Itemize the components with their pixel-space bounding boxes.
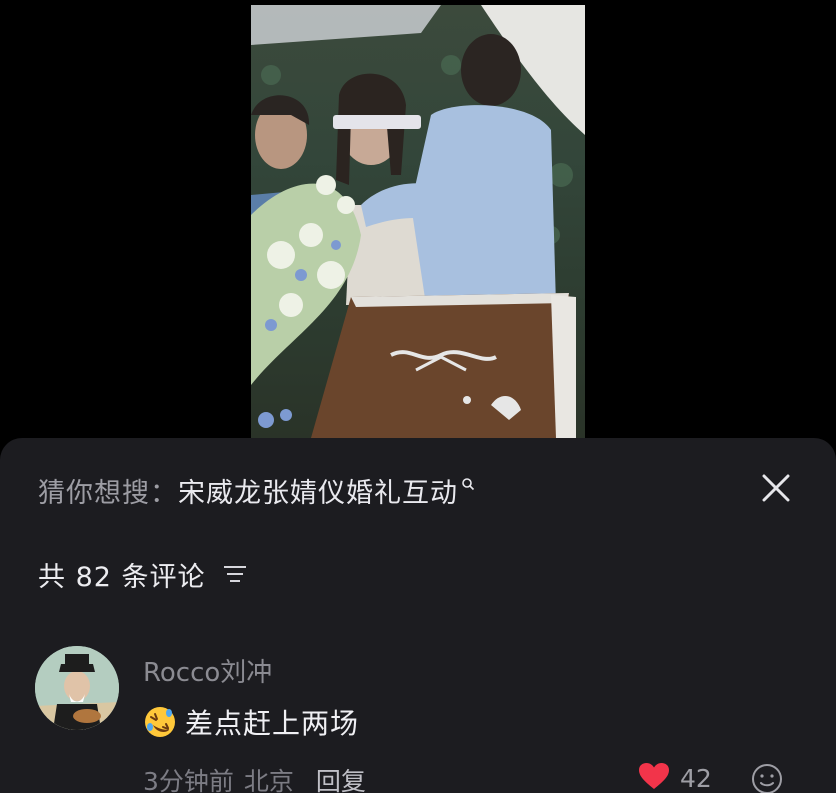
sort-icon[interactable] — [222, 563, 248, 589]
comments-header: 共 82 条评论 — [38, 552, 248, 596]
comment-text: 差点赶上两场 — [185, 707, 360, 740]
like-button[interactable]: 42 — [638, 762, 712, 793]
search-icon — [461, 476, 475, 495]
comment-location: 北京 — [243, 767, 294, 793]
close-icon[interactable] — [756, 468, 796, 508]
suggestion-query[interactable]: 宋威龙张婧仪婚礼互动 — [178, 471, 458, 510]
video-player[interactable] — [0, 0, 836, 440]
like-count: 42 — [680, 763, 712, 793]
comment-count: 共 82 条评论 — [38, 561, 206, 593]
wedding-video-image — [251, 5, 585, 438]
suggestion-prefix: 猜你想搜： — [38, 477, 178, 509]
comment-username[interactable]: Rocco刘冲 — [143, 652, 272, 689]
rolling-laughing-emoji-icon — [143, 705, 177, 739]
comment-content: 差点赶上两场 — [143, 702, 359, 742]
reply-button[interactable]: 回复 — [316, 762, 366, 793]
video-frame[interactable] — [251, 5, 585, 438]
comment-item: Rocco刘冲 差点赶上两场 3分钟前 北京 回复 42 — [0, 638, 836, 793]
heart-icon[interactable] — [638, 762, 670, 793]
comment-time: 3分钟前 — [143, 767, 234, 793]
comment-panel: 猜你想搜： 宋威龙张婧仪婚礼互动 共 82 条评论 Rocco刘冲 差点赶上两场… — [0, 438, 836, 793]
emoji-face-icon[interactable] — [750, 762, 784, 793]
comment-meta: 3分钟前 北京 回复 — [143, 762, 366, 793]
avatar[interactable] — [35, 646, 119, 730]
search-suggestion[interactable]: 猜你想搜： 宋威龙张婧仪婚礼互动 — [38, 466, 475, 514]
